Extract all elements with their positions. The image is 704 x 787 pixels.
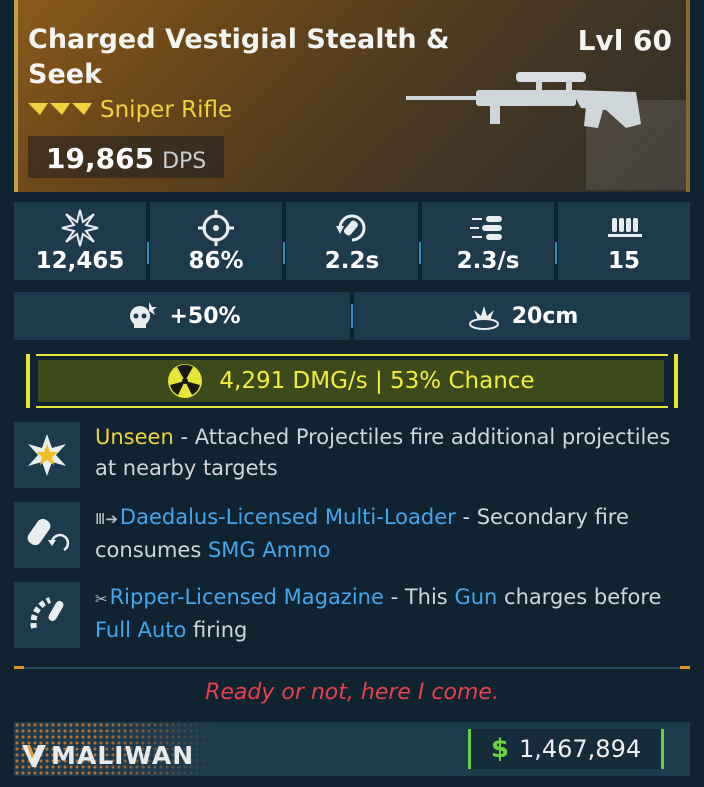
perk-highlight: Gun	[454, 585, 498, 609]
stat-damage: 12,465	[14, 202, 149, 280]
divider	[147, 242, 149, 264]
separator	[14, 667, 690, 669]
perk-name: Ripper-Licensed Magazine	[109, 585, 384, 609]
perk-name: Unseen	[95, 425, 174, 449]
sniper-rifle-icon	[406, 72, 641, 128]
splash-icon	[468, 306, 499, 330]
stat-fire-rate: 2.3/s	[422, 202, 557, 280]
star-burst-icon	[28, 434, 66, 476]
element-stats: 4,291 DMG/s | 53% Chance	[219, 368, 535, 394]
weapon-level: Lvl 60	[577, 24, 672, 57]
perk-name: Daedalus-Licensed Multi-Loader	[119, 505, 456, 529]
stat-value: +50%	[169, 303, 241, 329]
currency-icon: $	[490, 734, 509, 764]
price-value: 1,467,894	[518, 735, 642, 763]
stat-value: 15	[607, 248, 640, 274]
divider	[351, 304, 353, 328]
perk-description: - Attached Projectiles fire additional p…	[95, 425, 671, 480]
perk-unseen: Unseen - Attached Projectiles fire addit…	[14, 422, 690, 488]
perk-highlight: SMG Ammo	[207, 538, 331, 562]
divider	[555, 242, 557, 264]
weapon-card: Charged Vestigial Stealth & Seek Lvl 60 …	[0, 0, 704, 787]
perk-description: firing	[186, 618, 248, 642]
divider	[419, 242, 421, 264]
flavor-text: Ready or not, here I come.	[205, 680, 499, 705]
stat-value: 86%	[188, 248, 244, 274]
ripper-mini-icon: ✂	[95, 590, 108, 608]
perk-ripper-magazine: ✂Ripper-Licensed Magazine - This Gun cha…	[14, 582, 690, 648]
separator-accent-right	[680, 666, 690, 669]
dps-value: 19,865	[46, 142, 155, 175]
price-box: $ 1,467,894	[468, 729, 664, 769]
weapon-type: Sniper Rifle	[100, 97, 233, 123]
weapon-header: Charged Vestigial Stealth & Seek Lvl 60 …	[14, 0, 690, 192]
dps-unit: DPS	[162, 149, 207, 174]
stat-accuracy: 86%	[150, 202, 285, 280]
maliwan-logo-icon	[22, 744, 46, 767]
weapon-name: Charged Vestigial Stealth & Seek	[28, 24, 450, 90]
perk-highlight: Full Auto	[95, 618, 187, 642]
stat-reload: 2.2s	[286, 202, 421, 280]
perk-text: ✂Ripper-Licensed Magazine - This Gun cha…	[95, 582, 675, 648]
daedalus-mini-icon: Ⅲ➔	[95, 510, 118, 528]
perk-description: - This	[383, 585, 455, 609]
damage-icon	[61, 209, 99, 247]
dps-box: 19,865 DPS	[28, 136, 224, 178]
accuracy-icon	[198, 210, 234, 246]
reload-icon	[336, 214, 366, 242]
perk-description: charges before	[497, 585, 662, 609]
stat-value: 20cm	[511, 303, 579, 329]
magazine-curve-icon	[30, 597, 64, 629]
fire-rate-icon	[470, 216, 502, 240]
stat-value: 2.2s	[324, 248, 380, 274]
manufacturer-name: MALIWAN	[51, 741, 195, 770]
primary-stats: 12,465 86% 2.2s 2.3/s 15	[14, 202, 690, 280]
perk-icon-box	[14, 502, 80, 568]
perk-text: Ⅲ➔Daedalus-Licensed Multi-Loader - Secon…	[95, 502, 675, 568]
magazine-icon	[608, 218, 642, 237]
weapon-type-row: Sniper Rifle	[28, 97, 232, 123]
element-bar: 4,291 DMG/s | 53% Chance	[38, 360, 664, 402]
perk-icon-box	[14, 422, 80, 488]
multi-loader-icon	[27, 518, 70, 552]
stat-splash: 20cm	[354, 292, 690, 340]
stat-magazine: 15	[558, 202, 690, 280]
secondary-stats: +50% 20cm	[14, 292, 690, 340]
radiation-icon	[168, 364, 203, 398]
crit-skull-icon	[130, 302, 158, 328]
rarity-chevrons-icon	[28, 103, 92, 115]
perk-multi-loader: Ⅲ➔Daedalus-Licensed Multi-Loader - Secon…	[14, 502, 690, 568]
manufacturer-logo: MALIWAN	[22, 741, 194, 770]
stat-value: 2.3/s	[456, 248, 520, 274]
perk-icon-box	[14, 582, 80, 648]
divider	[283, 242, 285, 264]
separator-accent-left	[14, 666, 24, 669]
stat-value: 12,465	[35, 248, 125, 274]
perk-text: Unseen - Attached Projectiles fire addit…	[95, 422, 675, 488]
stat-crit: +50%	[14, 292, 353, 340]
footer-bar: MALIWAN $ 1,467,894	[14, 722, 690, 776]
